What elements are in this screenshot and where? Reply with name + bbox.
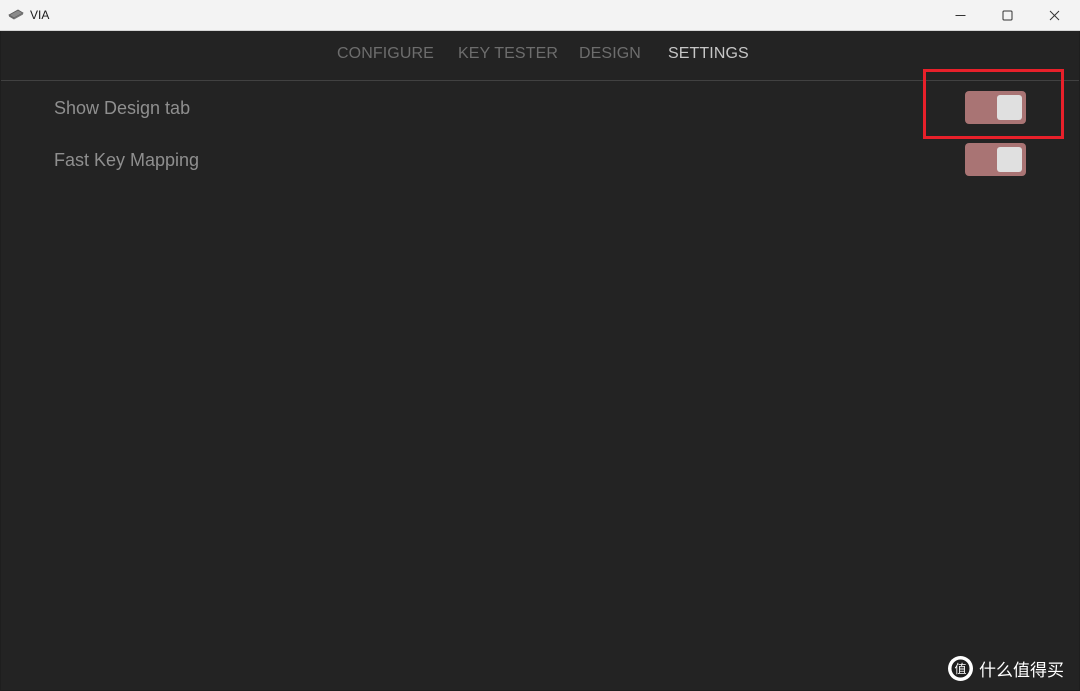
watermark-text: 什么值得买 [979, 660, 1064, 681]
close-button[interactable] [1031, 0, 1077, 31]
title-bar[interactable]: VIA [0, 0, 1080, 31]
close-icon [1049, 10, 1059, 21]
fast-key-mapping-label: Fast Key Mapping [54, 150, 200, 170]
watermark: 值 什么值得买 [948, 655, 1064, 681]
highlight-annotation [923, 69, 1064, 139]
window-title: VIA [30, 8, 50, 22]
maximize-icon [1002, 10, 1012, 21]
fast-key-mapping-toggle[interactable] [965, 143, 1026, 176]
main-nav: CONFIGURE KEY TESTER DESIGN SETTINGS [1, 31, 1079, 81]
tab-key-tester[interactable]: KEY TESTER [458, 45, 558, 63]
minimize-button[interactable] [937, 0, 983, 31]
svg-text:值: 值 [954, 661, 966, 676]
tab-configure[interactable]: CONFIGURE [337, 45, 434, 63]
app-window: CONFIGURE KEY TESTER DESIGN SETTINGS Sho… [1, 31, 1079, 690]
show-design-tab-label: Show Design tab [54, 98, 191, 118]
keyboard-icon [8, 9, 24, 20]
tab-settings[interactable]: SETTINGS [668, 45, 749, 63]
toggle-knob [997, 147, 1022, 172]
maximize-button[interactable] [984, 0, 1030, 31]
zhi-logo-icon: 值 [948, 655, 973, 681]
minimize-icon [955, 15, 965, 16]
tab-design[interactable]: DESIGN [579, 45, 641, 63]
